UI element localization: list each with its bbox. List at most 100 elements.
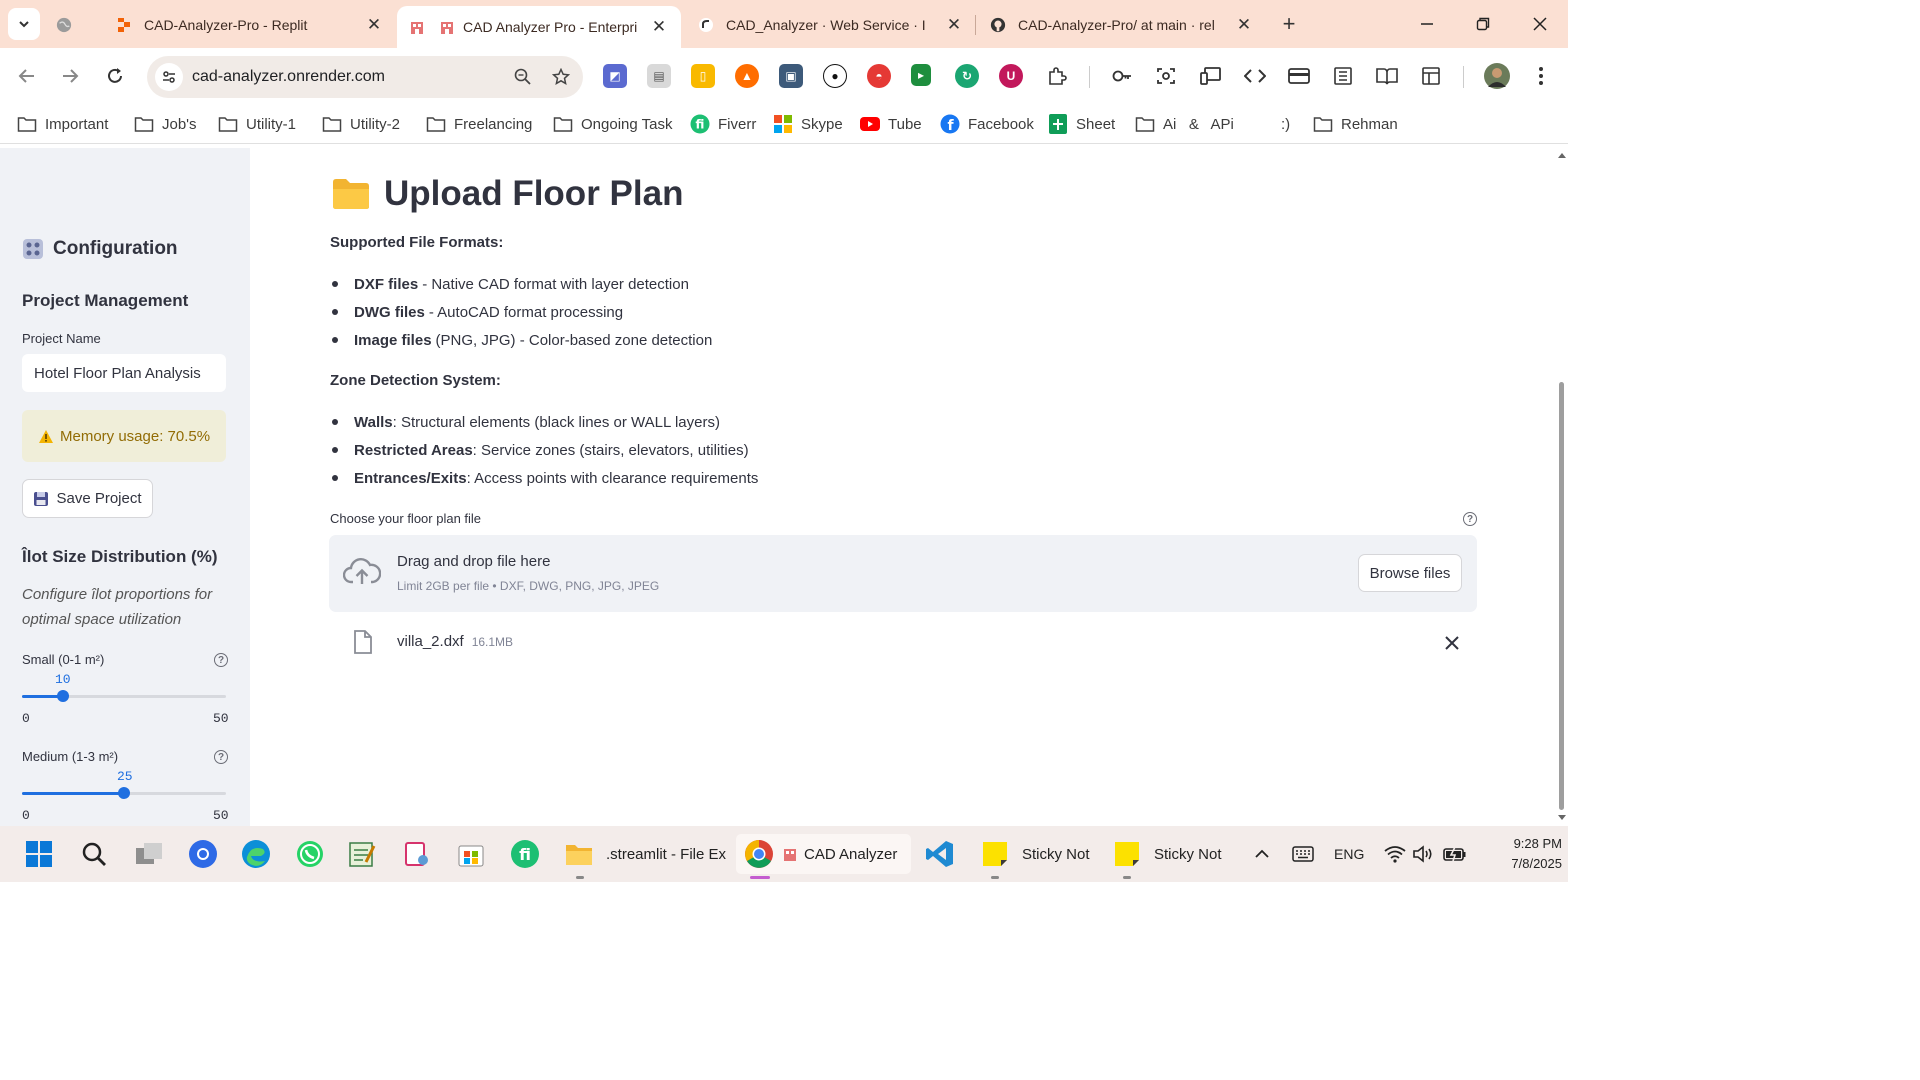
close-icon[interactable]: ✕ (649, 17, 669, 37)
bookmark-folder-ai-api[interactable]: Ai & APi (1135, 112, 1234, 136)
pokeball-extension-icon[interactable]: ◓ (867, 64, 891, 88)
taskbar-app-fiverr[interactable]: fi (510, 834, 540, 874)
touch-keyboard-button[interactable] (1292, 842, 1314, 866)
scroll-up-arrow-icon[interactable] (1558, 152, 1566, 158)
browse-files-button[interactable]: Browse files (1358, 554, 1462, 592)
tab-groups-icon[interactable] (1419, 64, 1443, 88)
devices-icon[interactable] (1199, 64, 1223, 88)
bookmark-folder-jobs[interactable]: Job's (134, 112, 197, 136)
bookmark-facebook[interactable]: f Facebook (940, 112, 1034, 136)
arrow-right-icon (63, 69, 79, 83)
bookmark-skype[interactable]: Skype (773, 112, 843, 136)
bookmark-folder-utility-2[interactable]: Utility-2 (322, 112, 400, 136)
taskbar-app-snipping[interactable] (402, 834, 432, 874)
taskbar-app-notepad[interactable] (347, 834, 377, 874)
extension-icon[interactable]: ▤ (647, 64, 671, 88)
reload-button[interactable] (99, 60, 131, 92)
extension-icon[interactable]: ▯ (691, 64, 715, 88)
restore-button[interactable] (1469, 10, 1497, 38)
page-scrollbar[interactable] (1556, 148, 1568, 826)
url-text[interactable]: cad-analyzer.onrender.com (192, 68, 507, 86)
volume-control[interactable] (1413, 842, 1435, 866)
bookmark-folder-rehman[interactable]: Rehman (1313, 112, 1398, 136)
help-icon[interactable]: ? (1463, 512, 1477, 526)
chrome-menu-icon[interactable] (1529, 64, 1553, 88)
new-tab-button[interactable]: + (1277, 11, 1301, 36)
taskbar-app-store[interactable] (456, 834, 486, 874)
profile-avatar[interactable] (1484, 63, 1510, 89)
file-dropzone[interactable]: Drag and drop file here Limit 2GB per fi… (329, 535, 1477, 612)
extensions-puzzle-icon[interactable] (1045, 64, 1069, 88)
tab-github[interactable]: CAD-Analyzer-Pro/ at main · rel ✕ (990, 6, 1254, 44)
bookmark-folder-utility-1[interactable]: Utility-1 (218, 112, 296, 136)
extension-icon[interactable]: ◩ (603, 64, 627, 88)
taskbar-app-chrome[interactable]: CAD Analyzer (736, 834, 911, 874)
close-window-button[interactable] (1526, 10, 1554, 38)
taskbar-search-button[interactable] (79, 834, 109, 874)
taskbar-app-copilot[interactable] (188, 834, 218, 874)
ublock-extension-icon[interactable]: U (999, 64, 1023, 88)
bookmark-smiley[interactable]: :) (1281, 112, 1290, 136)
bookmark-fiverr[interactable]: fi Fiverr (690, 112, 756, 136)
start-button[interactable] (24, 834, 54, 874)
close-icon[interactable]: ✕ (364, 15, 384, 35)
site-settings-icon[interactable] (155, 63, 183, 91)
taskbar-app-vscode[interactable] (925, 834, 955, 874)
help-icon[interactable]: ? (214, 750, 228, 764)
task-view-button[interactable] (134, 834, 164, 874)
bookmark-sheet[interactable]: Sheet (1048, 112, 1115, 136)
system-clock[interactable]: 9:28 PM 7/8/2025 (1476, 834, 1562, 874)
project-name-input[interactable]: Hotel Floor Plan Analysis (22, 354, 226, 392)
tab-search-button[interactable] (8, 8, 40, 40)
key-icon[interactable] (1110, 64, 1134, 88)
close-icon[interactable]: ✕ (944, 15, 964, 35)
tab-pinned[interactable] (56, 6, 76, 44)
tab-render[interactable]: CAD_Analyzer · Web Service · I ✕ (698, 6, 964, 44)
remove-file-button[interactable] (1441, 632, 1463, 654)
back-button[interactable] (11, 60, 43, 92)
taskbar-app-whatsapp[interactable] (295, 834, 325, 874)
medium-ilot-slider[interactable] (22, 787, 226, 799)
sticky-notes-icon (1112, 839, 1142, 869)
address-bar[interactable]: cad-analyzer.onrender.com (147, 56, 583, 98)
forward-button[interactable] (54, 60, 86, 92)
small-ilot-slider[interactable] (22, 690, 226, 702)
bookmark-tube[interactable]: Tube (860, 112, 922, 136)
zoom-icon[interactable] (507, 61, 539, 93)
scrollbar-thumb[interactable] (1559, 382, 1564, 810)
bookmark-folder-ongoing-task[interactable]: Ongoing Task (553, 112, 672, 136)
taskbar-app-file-explorer[interactable]: .streamlit - File Ex (564, 834, 726, 874)
reading-mode-icon[interactable] (1375, 64, 1399, 88)
close-icon[interactable]: ✕ (1234, 15, 1254, 35)
tray-overflow-button[interactable] (1254, 842, 1270, 866)
language-indicator[interactable]: ENG (1334, 842, 1364, 866)
list-item: DWG files - AutoCAD format processing (330, 298, 712, 326)
bookmark-folder-important[interactable]: Important (17, 112, 108, 136)
taskbar-app-sticky-notes-2[interactable]: Sticky Not (1112, 834, 1222, 874)
taskbar-app-sticky-notes-1[interactable]: Sticky Not (980, 834, 1090, 874)
code-icon[interactable] (1243, 64, 1267, 88)
extension-icon[interactable]: ▣ (779, 64, 803, 88)
sheet-extension-icon[interactable]: ▸ (911, 64, 931, 86)
reading-list-icon[interactable] (1331, 64, 1355, 88)
scroll-down-arrow-icon[interactable] (1558, 815, 1566, 821)
slider-handle[interactable] (118, 787, 130, 799)
battery-status[interactable] (1443, 842, 1467, 866)
network-status[interactable] (1384, 842, 1406, 866)
minimize-button[interactable] (1413, 10, 1441, 38)
refresh-extension-icon[interactable]: ↻ (955, 64, 979, 88)
active-indicator (750, 876, 770, 879)
tab-replit[interactable]: CAD-Analyzer-Pro - Replit ✕ (116, 6, 384, 44)
app-label: .streamlit - File Ex (606, 845, 727, 863)
bookmark-star-icon[interactable] (545, 61, 577, 93)
tab-cad-analyzer[interactable]: CAD Analyzer Pro - Enterpri ✕ (397, 6, 681, 48)
extension-icon[interactable]: ▲ (735, 64, 759, 88)
payment-card-icon[interactable] (1287, 64, 1311, 88)
panda-extension-icon[interactable]: ● (823, 64, 847, 88)
bookmark-folder-freelancing[interactable]: Freelancing (426, 112, 532, 136)
help-icon[interactable]: ? (214, 653, 228, 667)
save-project-button[interactable]: Save Project (22, 479, 153, 518)
slider-handle[interactable] (57, 690, 69, 702)
taskbar-app-edge[interactable] (241, 834, 271, 874)
screenshot-icon[interactable] (1154, 64, 1178, 88)
